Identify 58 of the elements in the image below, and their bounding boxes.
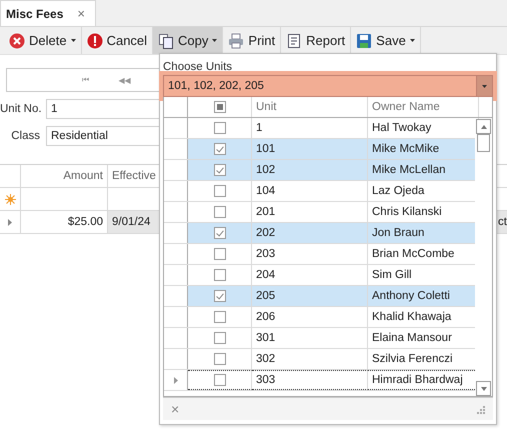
table-cell: 1	[252, 118, 368, 138]
select-all-checkbox[interactable]	[214, 101, 226, 113]
checkbox[interactable]	[214, 290, 226, 302]
checkbox[interactable]	[214, 332, 226, 344]
scroll-thumb[interactable]	[477, 134, 490, 152]
table-cell: 101	[252, 139, 368, 159]
scrollbar[interactable]	[475, 119, 492, 396]
cancel-icon	[86, 32, 103, 48]
checkbox[interactable]	[214, 185, 226, 197]
printer-icon	[228, 32, 244, 48]
new-row-icon	[4, 194, 16, 204]
copy-icon	[158, 32, 174, 48]
resize-grip-icon[interactable]	[476, 404, 485, 414]
column-header[interactable]: Owner Name	[368, 97, 479, 117]
table-cell: 203	[252, 244, 368, 264]
table-row[interactable]: 202 Jon Braun	[164, 223, 475, 244]
table-cell: 205	[252, 286, 368, 306]
table-cell: 302	[252, 349, 368, 369]
row-pointer-icon	[174, 376, 178, 384]
report-icon	[286, 32, 302, 48]
table-cell: 301	[252, 328, 368, 348]
checkbox[interactable]	[214, 206, 226, 218]
table-cell: ct	[497, 211, 507, 233]
checkbox[interactable]	[214, 269, 226, 281]
table-row[interactable]: 102 Mike McLellan	[164, 160, 475, 181]
table-cell: 204	[252, 265, 368, 285]
table-cell: 206	[252, 307, 368, 327]
save-icon	[356, 32, 372, 48]
column-header[interactable]: Amount	[21, 165, 108, 187]
popup-title: Choose Units	[162, 60, 234, 75]
delete-icon	[9, 32, 25, 48]
checkbox[interactable]	[214, 122, 226, 134]
table-cell: 202	[252, 223, 368, 243]
table-cell: 303	[252, 370, 368, 390]
field-label: Unit No.	[0, 103, 40, 115]
checkbox[interactable]	[214, 353, 226, 365]
field-label: Class	[10, 130, 40, 142]
checkbox[interactable]	[214, 143, 226, 155]
delete-button[interactable]: Delete	[4, 27, 82, 54]
table-cell: 102	[252, 160, 368, 180]
table-row[interactable]: 101 Mike McMike	[164, 139, 475, 160]
tab[interactable]: Misc Fees ×	[0, 0, 96, 26]
table-cell: 104	[252, 181, 368, 201]
checkbox[interactable]	[214, 374, 226, 386]
row-pointer-icon	[8, 218, 12, 226]
table-cell: 201	[252, 202, 368, 222]
checkbox[interactable]	[214, 311, 226, 323]
checkbox[interactable]	[214, 227, 226, 239]
close-icon[interactable]: ×	[77, 6, 85, 21]
caret-icon	[482, 84, 487, 88]
column-header[interactable]: Unit	[252, 97, 368, 117]
table-row[interactable]: 205 Anthony Coletti	[164, 286, 475, 307]
scroll-down-button[interactable]	[476, 381, 491, 396]
checkbox[interactable]	[214, 164, 226, 176]
dropdown-button[interactable]	[476, 76, 492, 96]
copy-button[interactable]: Copy	[153, 27, 224, 54]
checkbox[interactable]	[214, 248, 226, 260]
scroll-up-button[interactable]	[476, 119, 491, 134]
